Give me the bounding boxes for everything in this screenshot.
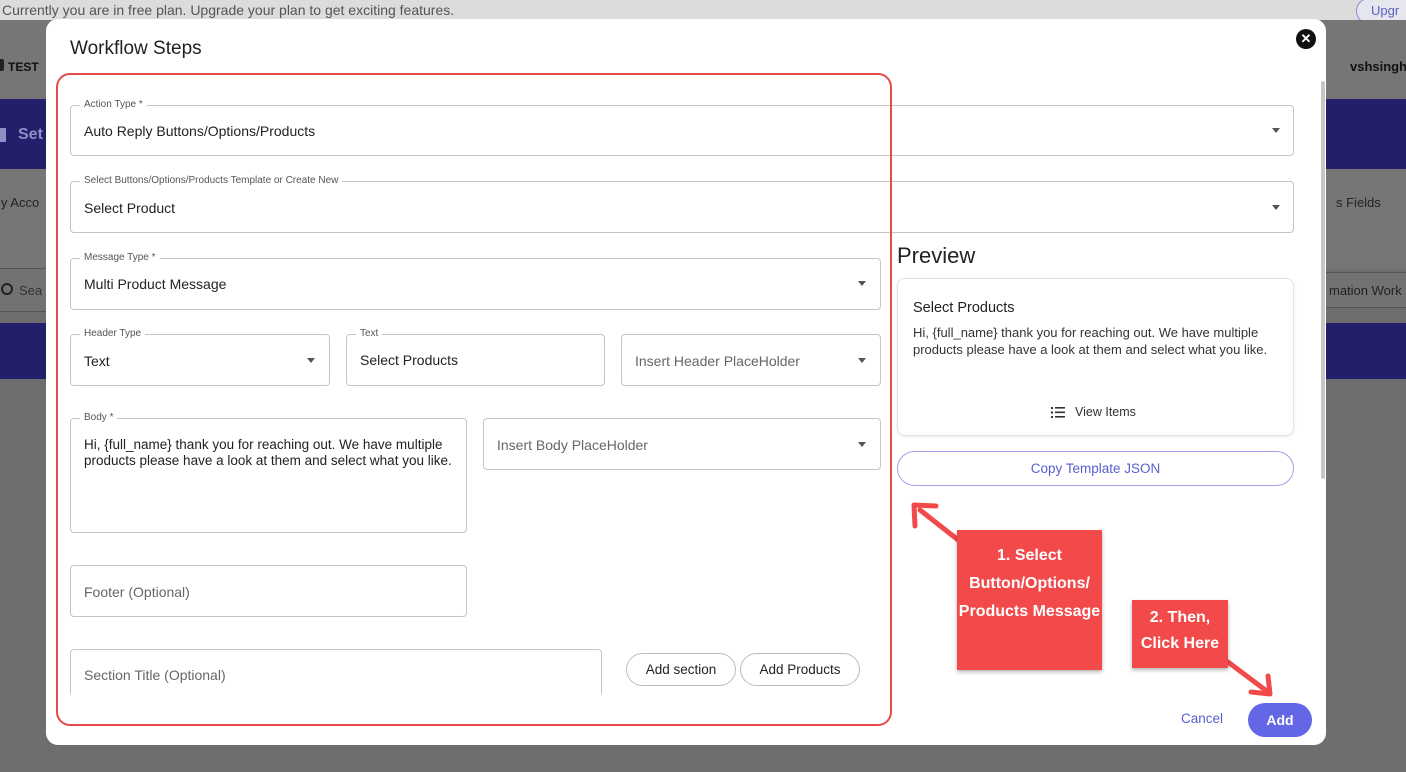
preview-title: Select Products: [913, 300, 1015, 316]
form-highlight-box: [56, 73, 892, 726]
search-input[interactable]: Sea: [0, 268, 50, 312]
list-icon: [1051, 407, 1065, 418]
annotation-step1: 1. Select Button/Options/ Products Messa…: [957, 530, 1102, 670]
search-icon: [1, 283, 13, 295]
user-name[interactable]: vshsingh: [1350, 59, 1406, 74]
plan-banner-text: Currently you are in free plan. Upgrade …: [2, 2, 455, 18]
plan-banner: Currently you are in free plan. Upgrade …: [0, 0, 1406, 20]
view-items-button[interactable]: View Items: [1075, 405, 1136, 419]
settings-heading-text: Set: [18, 126, 43, 143]
tab-accounts[interactable]: ly Acco: [0, 195, 39, 210]
dropdown-arrow-icon: [1272, 205, 1280, 210]
tab-fields[interactable]: s Fields: [1336, 195, 1381, 210]
settings-heading: Set: [0, 126, 43, 144]
cancel-button[interactable]: Cancel: [1166, 709, 1238, 729]
close-icon[interactable]: ✕: [1296, 29, 1316, 49]
automation-workflow-button[interactable]: mation Work: [1322, 272, 1406, 308]
workspace-icon: [0, 59, 4, 71]
preview-heading: Preview: [897, 243, 976, 268]
dropdown-arrow-icon: [1272, 128, 1280, 133]
modal-title: Workflow Steps: [70, 38, 202, 59]
copy-template-json-button[interactable]: Copy Template JSON: [897, 451, 1294, 486]
workspace-label[interactable]: TEST: [8, 60, 39, 74]
preview-body: Hi, {full_name} thank you for reaching o…: [913, 325, 1268, 357]
settings-icon: [0, 127, 6, 142]
annotation-step2: 2. Then, Click Here: [1132, 600, 1228, 668]
preview-card: Select Products Hi, {full_name} thank yo…: [897, 278, 1294, 436]
add-button[interactable]: Add: [1248, 703, 1312, 737]
